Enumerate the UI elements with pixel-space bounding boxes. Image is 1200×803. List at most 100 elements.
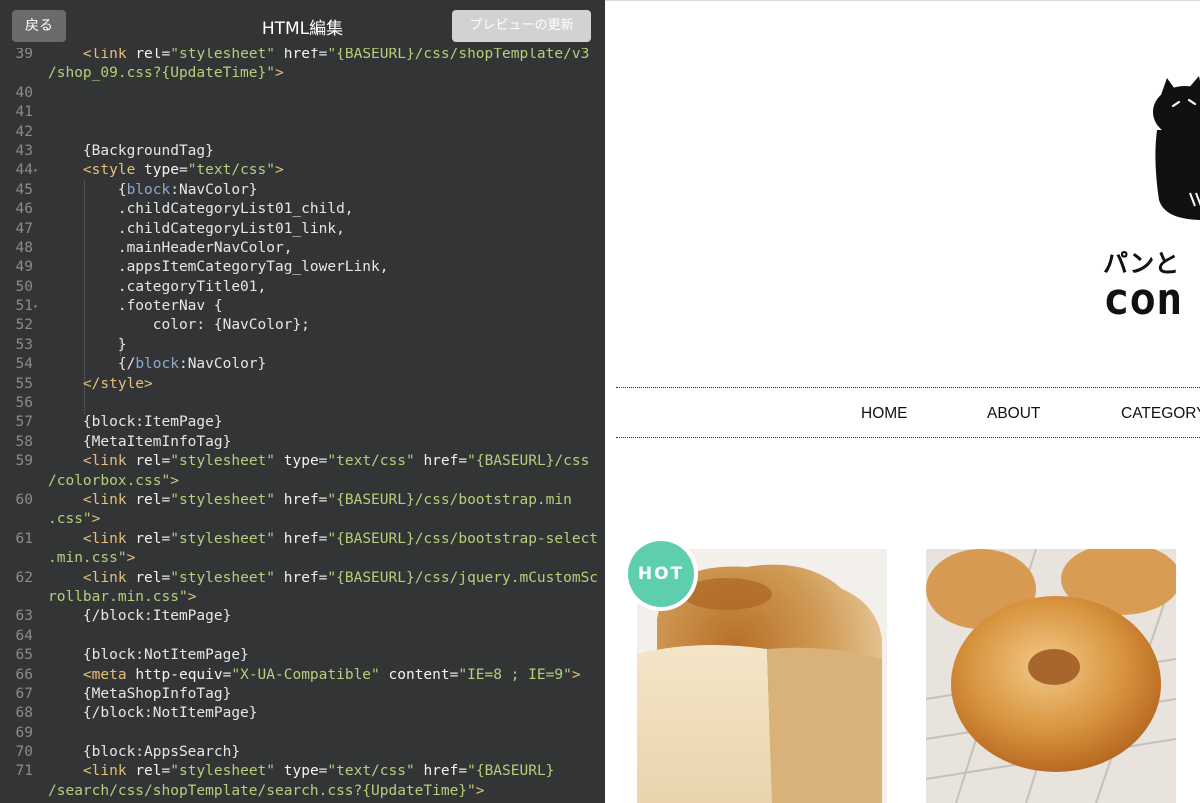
code-line[interactable]: 51 ▾ .footerNav { xyxy=(0,297,605,316)
code-line[interactable]: 63 {/block:ItemPage} xyxy=(0,607,605,626)
line-number: 70 xyxy=(15,744,33,761)
code-line[interactable]: 55 </style> xyxy=(0,375,605,394)
bagel-image xyxy=(926,549,1176,803)
code-text: /search/css/shopTemplate/search.css?{Upd… xyxy=(48,782,485,799)
code-line[interactable]: 46 .childCategoryList01_child, xyxy=(0,200,605,219)
code-text: color: {NavColor}; xyxy=(48,317,310,334)
code-line[interactable]: 49 .appsItemCategoryTag_lowerLink, xyxy=(0,258,605,277)
code-area[interactable]: 39 <link rel="stylesheet" href="{BASEURL… xyxy=(0,45,605,803)
line-number: 52 xyxy=(15,317,33,334)
code-text: <style type="text/css"> xyxy=(82,162,284,179)
logo-english-text: con xyxy=(1103,274,1182,325)
code-text: </style> xyxy=(82,375,153,392)
line-number: 55 xyxy=(15,375,33,392)
code-line[interactable]: 68 {/block:NotItemPage} xyxy=(0,704,605,723)
code-text: .appsItemCategoryTag_lowerLink, xyxy=(48,259,389,276)
nav-category[interactable]: CATEGORY xyxy=(1121,405,1200,423)
code-line[interactable]: 62 <link rel="stylesheet" href="{BASEURL… xyxy=(0,569,605,588)
line-number: 49 xyxy=(15,259,33,276)
code-line[interactable]: 52 color: {NavColor}; xyxy=(0,316,605,335)
line-number: 50 xyxy=(15,278,33,295)
code-line[interactable]: 57 {block:ItemPage} xyxy=(0,413,605,432)
code-text: <link rel="stylesheet" type="text/css" h… xyxy=(82,763,555,780)
line-number: 60 xyxy=(15,491,33,508)
line-number: 42 xyxy=(15,123,33,140)
line-number: 59 xyxy=(15,453,33,470)
line-number: 43 xyxy=(15,142,33,159)
code-line[interactable]: 44 ▾ <style type="text/css"> xyxy=(0,161,605,180)
line-number: 69 xyxy=(15,724,33,741)
code-text: <link rel="stylesheet" href="{BASEURL}/c… xyxy=(82,569,599,586)
code-line[interactable]: 50 .categoryTitle01, xyxy=(0,278,605,297)
code-line[interactable]: 47 .childCategoryList01_link, xyxy=(0,220,605,239)
code-line[interactable]: rollbar.min.css"> xyxy=(0,588,605,607)
line-number: 51 xyxy=(15,298,33,315)
code-text: .childCategoryList01_link, xyxy=(48,220,345,237)
nav-about[interactable]: ABOUT xyxy=(987,405,1040,423)
fold-arrow-icon[interactable]: ▾ xyxy=(33,297,38,316)
code-line[interactable]: 58 {MetaItemInfoTag} xyxy=(0,433,605,452)
editor-toolbar: 戻る HTML編集 プレビューの更新 xyxy=(0,0,605,48)
code-line[interactable]: .min.css"> xyxy=(0,549,605,568)
code-line[interactable]: 65 {block:NotItemPage} xyxy=(0,646,605,665)
code-text: /colorbox.css"> xyxy=(48,472,179,489)
code-line[interactable]: 60 <link rel="stylesheet" href="{BASEURL… xyxy=(0,491,605,510)
nav-home[interactable]: HOME xyxy=(861,405,908,423)
code-line[interactable]: 40 xyxy=(0,84,605,103)
code-line[interactable]: 69 xyxy=(0,724,605,743)
code-line[interactable]: 59 <link rel="stylesheet" type="text/css… xyxy=(0,452,605,471)
code-line[interactable]: /search/css/shopTemplate/search.css?{Upd… xyxy=(0,782,605,801)
line-number: 41 xyxy=(15,104,33,121)
line-number: 57 xyxy=(15,414,33,431)
code-text: {/block:NotItemPage} xyxy=(48,705,258,722)
line-number: 61 xyxy=(15,530,33,547)
nav-bottom-divider xyxy=(616,437,1200,438)
update-preview-button[interactable]: プレビューの更新 xyxy=(452,10,591,42)
cat-logo-illustration: パンと con xyxy=(1103,76,1200,325)
code-line[interactable]: /shop_09.css?{UpdateTime}"> xyxy=(0,64,605,83)
code-line[interactable]: 70 {block:AppsSearch} xyxy=(0,743,605,762)
line-number: 56 xyxy=(15,395,33,412)
code-line[interactable]: 71 <link rel="stylesheet" type="text/css… xyxy=(0,762,605,781)
fold-arrow-icon[interactable]: ▾ xyxy=(33,161,38,180)
line-number: 67 xyxy=(15,685,33,702)
preview-pane: パンと con HOME ABOUT CATEGORY HOT xyxy=(605,0,1200,803)
code-text: rollbar.min.css"> xyxy=(48,588,197,605)
shop-logo[interactable]: パンと con xyxy=(1103,60,1200,360)
line-number: 68 xyxy=(15,705,33,722)
line-number: 62 xyxy=(15,569,33,586)
code-line[interactable]: 54 {/block:NavColor} xyxy=(0,355,605,374)
line-number: 47 xyxy=(15,220,33,237)
code-text: {block:ItemPage} xyxy=(48,414,223,431)
code-text: .childCategoryList01_child, xyxy=(48,201,354,218)
code-text: {/block:ItemPage} xyxy=(48,608,232,625)
code-text: {block:NavColor} xyxy=(48,181,258,198)
code-text: <meta http-equiv="X-UA-Compatible" conte… xyxy=(82,666,581,683)
code-text: {BackgroundTag} xyxy=(48,142,214,159)
preview-top-border xyxy=(605,0,1200,1)
code-text: {block:NotItemPage} xyxy=(48,647,249,664)
code-line[interactable]: 45 {block:NavColor} xyxy=(0,181,605,200)
nav-top-divider xyxy=(616,387,1200,388)
code-text: {/block:NavColor} xyxy=(48,356,267,373)
code-text: .categoryTitle01, xyxy=(48,278,267,295)
code-line[interactable]: /colorbox.css"> xyxy=(0,472,605,491)
code-text: .mainHeaderNavColor, xyxy=(48,239,293,256)
code-line[interactable]: 64 xyxy=(0,627,605,646)
line-number: 53 xyxy=(15,336,33,353)
code-line[interactable]: 56 xyxy=(0,394,605,413)
code-line[interactable]: 42 xyxy=(0,123,605,142)
code-line[interactable]: 41 xyxy=(0,103,605,122)
line-number: 65 xyxy=(15,647,33,664)
code-line[interactable]: 67 {MetaShopInfoTag} xyxy=(0,685,605,704)
code-line[interactable]: .css"> xyxy=(0,510,605,529)
code-text: .footerNav { xyxy=(48,298,223,315)
line-number: 45 xyxy=(15,181,33,198)
code-line[interactable]: 66 <meta http-equiv="X-UA-Compatible" co… xyxy=(0,666,605,685)
code-line[interactable]: 43 {BackgroundTag} xyxy=(0,142,605,161)
product-card-bagel[interactable] xyxy=(926,549,1176,803)
code-text: {MetaItemInfoTag} xyxy=(48,433,232,450)
code-line[interactable]: 53 } xyxy=(0,336,605,355)
code-line[interactable]: 61 <link rel="stylesheet" href="{BASEURL… xyxy=(0,530,605,549)
code-line[interactable]: 48 .mainHeaderNavColor, xyxy=(0,239,605,258)
